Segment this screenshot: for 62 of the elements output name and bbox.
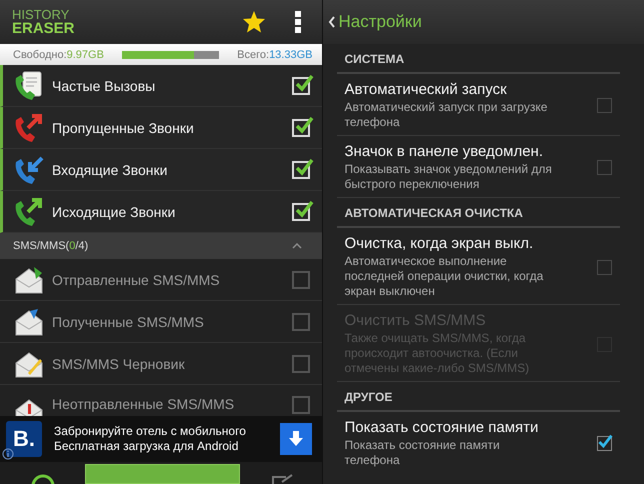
total-label: Всего: [237,48,270,60]
edit-icon [272,474,294,484]
setting-summary: Показать состояние памяти телефона [344,438,501,468]
section-header: АВТОМАТИЧЕСКАЯ ОЧИСТКА [336,198,620,228]
logo-text: ERASER [12,21,75,36]
list-item[interactable]: Полученные SMS/MMS [0,301,322,343]
checkbox[interactable] [292,312,310,330]
setting-title: Показать состояние памяти [344,419,540,436]
checkbox[interactable] [292,270,310,288]
item-label: Исходящие Звонки [52,204,176,220]
checkbox[interactable] [597,160,612,175]
item-label: Отправленные SMS/MMS [52,272,221,288]
item-label: Пропущенные Звонки [52,120,195,136]
phone-arrow-icon [14,112,44,144]
logo-text: HISTORY [12,8,70,21]
list-item[interactable]: SMS/MMS Черновик [0,343,322,385]
total-value: 13.33GB [269,48,312,60]
info-icon [2,448,14,460]
setting-title: Значок в панеле уведомлен. [344,143,544,160]
download-icon [289,431,303,447]
ad-title: Забронируйте отель с мобильного [54,424,247,439]
checkbox[interactable] [597,436,612,451]
checkbox[interactable] [292,396,310,414]
setting-title: Очистка, когда экран выкл. [344,235,534,252]
ad-banner[interactable]: B. Забронируйте отель с мобильного Бесплатная загрузка для Android [0,416,322,462]
section-total: /4) [75,240,88,252]
checkbox[interactable] [597,98,612,113]
free-value: 9.97GB [66,48,104,60]
setting-item[interactable]: Значок в панеле уведомлен. Показывать значок уведомлений для быстрого переключения [336,136,620,198]
back-icon[interactable] [328,16,336,28]
setting-summary: Автоматический запуск при загрузке телефона [344,100,548,130]
phone-arrow-icon [14,154,44,186]
setting-title: Автоматический запуск [344,81,508,98]
checkbox[interactable] [292,354,310,372]
star-icon[interactable] [242,10,266,34]
phone-arrow-icon [14,196,44,228]
free-label: Свободно: [13,48,67,60]
selected-count: 0 [69,240,76,252]
item-label: Неотправленные SMS/MMS [52,396,236,412]
envelope-arrow-icon [14,264,44,294]
ad-subtitle: Бесплатная загрузка для Android [54,439,240,454]
section-header: ДРУГОЕ [336,382,620,412]
setting-item[interactable]: Показать состояние памяти Показать состояние памяти телефона [336,412,620,473]
setting-item[interactable]: Очистка, когда экран выкл. Автоматическое выполнение последней операции очистки, когда экран выключен [336,228,620,305]
download-button[interactable] [280,423,312,455]
section-header[interactable]: SMS/MMS(0/4) [0,233,322,259]
section-header: СИСТЕМА [336,44,620,74]
setting-item[interactable]: Автоматический запуск Автоматический запуск при загрузке телефона [336,74,620,136]
setting-summary: Показывать значок уведомлений для быстрого переключения [344,162,553,192]
list-item[interactable]: Отправленные SMS/MMS [0,259,322,301]
item-label: SMS/MMS Черновик [52,356,186,372]
item-label: Полученные SMS/MMS [52,314,205,330]
envelope-arrow-icon [14,306,44,336]
phone-document-icon [14,70,44,102]
checkbox[interactable] [597,260,612,274]
menu-icon[interactable] [294,10,302,34]
screen-title: Настройки [338,12,422,32]
item-label: Входящие Звонки [52,162,168,178]
ad-logo: B. [6,421,42,457]
setting-summary: Автоматическое выполнение последней операции очистки, когда экран выключен [344,254,544,299]
section-title: SMS/MMS( [13,240,70,252]
item-label: Частые Вызовы [52,78,156,94]
